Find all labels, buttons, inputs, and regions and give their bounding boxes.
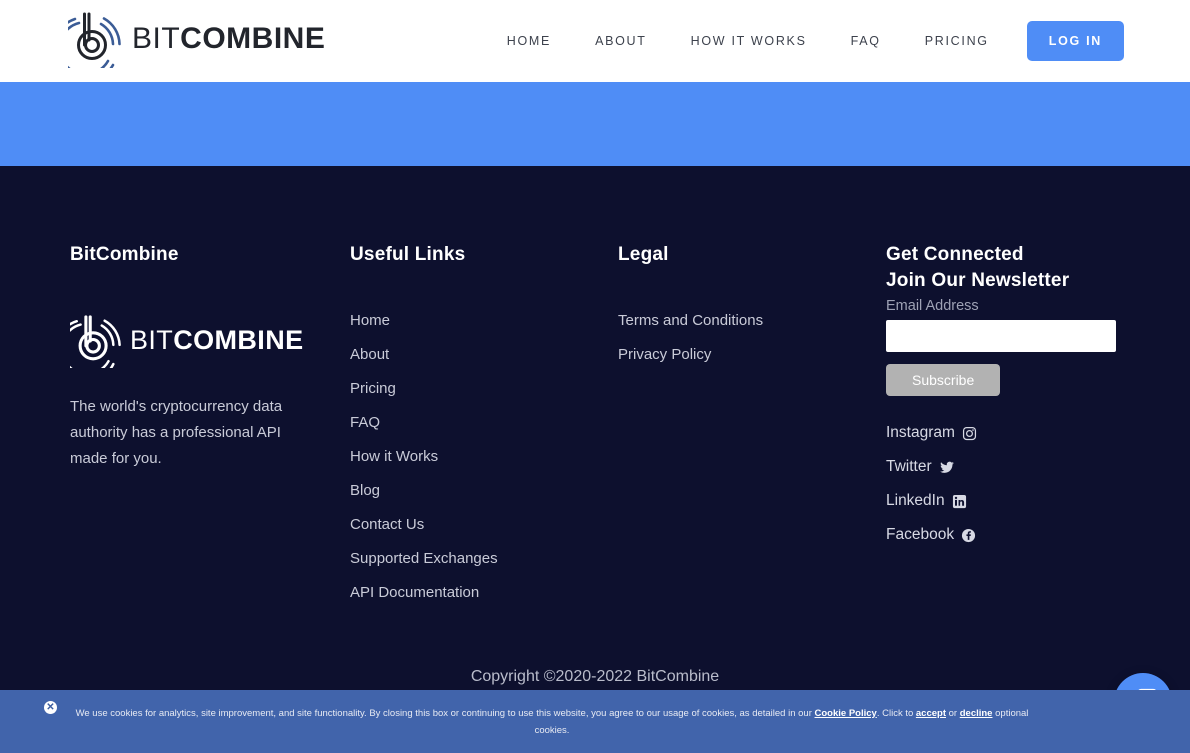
cookie-text-part1: We use cookies for analytics, site impro… bbox=[75, 707, 815, 719]
social-link-facebook[interactable]: Facebook bbox=[886, 526, 1136, 544]
footer-legal-title: Legal bbox=[618, 244, 669, 265]
footer-brand-column: BitCombine BITCOMBINE The world's crypto… bbox=[70, 244, 350, 618]
footer-logo-text-bold: COMBINE bbox=[173, 324, 304, 355]
footer-useful-links-column: Useful Links Home About Pricing FAQ How … bbox=[350, 244, 618, 618]
email-field-label: Email Address bbox=[886, 298, 979, 314]
cookie-policy-link[interactable]: Cookie Policy bbox=[815, 708, 877, 719]
footer-link-how-it-works[interactable]: How it Works bbox=[350, 448, 618, 465]
copyright-text: Copyright ©2020-2022 BitCombine bbox=[470, 668, 720, 685]
social-links: Instagram Twitter LinkedIn Facebook bbox=[886, 424, 1136, 544]
facebook-icon bbox=[962, 528, 976, 542]
footer-logo-text-light: BIT bbox=[130, 324, 174, 355]
bitcombine-b-signal-logo-icon bbox=[70, 315, 121, 368]
social-link-twitter[interactable]: Twitter bbox=[886, 458, 1136, 476]
footer-link-home[interactable]: Home bbox=[350, 312, 618, 329]
cookie-decline-link[interactable]: decline bbox=[960, 708, 993, 719]
social-label-twitter: Twitter bbox=[886, 458, 932, 475]
footer-logo[interactable]: BITCOMBINE bbox=[70, 312, 350, 368]
cookie-accept-link[interactable]: accept bbox=[916, 708, 946, 719]
blue-divider-band bbox=[0, 82, 1190, 166]
footer-link-privacy-policy[interactable]: Privacy Policy bbox=[618, 346, 886, 363]
footer-link-terms-and-conditions[interactable]: Terms and Conditions bbox=[618, 312, 886, 329]
header-logo[interactable]: BITCOMBINE bbox=[68, 10, 325, 68]
login-button[interactable]: LOG IN bbox=[1026, 21, 1124, 61]
footer-link-faq[interactable]: FAQ bbox=[350, 414, 618, 431]
linkedin-icon bbox=[952, 494, 966, 508]
page-root: BITCOMBINE HOME ABOUT HOW IT WORKS FAQ P… bbox=[0, 0, 1190, 753]
nav-item-how-it-works[interactable]: HOW IT WORKS bbox=[669, 34, 829, 48]
footer-link-blog[interactable]: Blog bbox=[350, 482, 618, 499]
header-logo-text: BITCOMBINE bbox=[132, 22, 325, 56]
cookie-banner-text: We use cookies for analytics, site impro… bbox=[62, 705, 1042, 739]
bitcombine-b-signal-logo-icon bbox=[68, 12, 121, 68]
twitter-icon bbox=[939, 461, 954, 473]
nav-item-home[interactable]: HOME bbox=[485, 34, 573, 48]
footer-brand-title: BitCombine bbox=[70, 244, 179, 265]
footer-link-supported-exchanges[interactable]: Supported Exchanges bbox=[350, 550, 618, 567]
email-input[interactable] bbox=[886, 320, 1116, 352]
logo-text-light: BIT bbox=[132, 22, 181, 55]
footer-connect-title: Get Connected bbox=[886, 244, 1024, 265]
footer-link-about[interactable]: About bbox=[350, 346, 618, 363]
footer-columns: BitCombine BITCOMBINE The world's crypto… bbox=[0, 244, 1190, 618]
nav-item-about[interactable]: ABOUT bbox=[573, 34, 669, 48]
nav-item-pricing[interactable]: PRICING bbox=[903, 34, 1011, 48]
nav-item-faq[interactable]: FAQ bbox=[829, 34, 903, 48]
footer-useful-links-title: Useful Links bbox=[350, 244, 466, 265]
social-label-instagram: Instagram bbox=[886, 424, 955, 441]
footer-link-api-documentation[interactable]: API Documentation bbox=[350, 584, 618, 601]
footer-link-pricing[interactable]: Pricing bbox=[350, 380, 618, 397]
footer-newsletter-subtitle: Join Our Newsletter bbox=[886, 270, 1070, 291]
social-link-instagram[interactable]: Instagram bbox=[886, 424, 1136, 442]
footer-legal-column: Legal Terms and Conditions Privacy Polic… bbox=[618, 244, 886, 618]
social-label-linkedin: LinkedIn bbox=[886, 492, 945, 509]
cookie-consent-banner: We use cookies for analytics, site impro… bbox=[0, 690, 1190, 753]
footer-description: The world's cryptocurrency data authorit… bbox=[70, 398, 283, 467]
main-navigation: HOME ABOUT HOW IT WORKS FAQ PRICING LOG … bbox=[485, 0, 1124, 82]
cookie-text-part3: or bbox=[946, 707, 960, 719]
footer-link-contact-us[interactable]: Contact Us bbox=[350, 516, 618, 533]
cookie-text-part2: . Click to bbox=[876, 707, 916, 719]
subscribe-button[interactable]: Subscribe bbox=[886, 364, 1001, 396]
social-link-linkedin[interactable]: LinkedIn bbox=[886, 492, 1136, 510]
site-header: BITCOMBINE HOME ABOUT HOW IT WORKS FAQ P… bbox=[0, 0, 1190, 82]
footer-connect-column: Get Connected Join Our Newsletter Email … bbox=[886, 244, 1136, 618]
footer-logo-text: BITCOMBINE bbox=[130, 325, 304, 356]
logo-text-bold: COMBINE bbox=[180, 22, 326, 55]
instagram-icon bbox=[962, 426, 976, 440]
social-label-facebook: Facebook bbox=[886, 526, 955, 543]
cookie-close-icon[interactable]: ✕ bbox=[44, 701, 57, 714]
site-footer: BitCombine BITCOMBINE The world's crypto… bbox=[0, 166, 1190, 753]
